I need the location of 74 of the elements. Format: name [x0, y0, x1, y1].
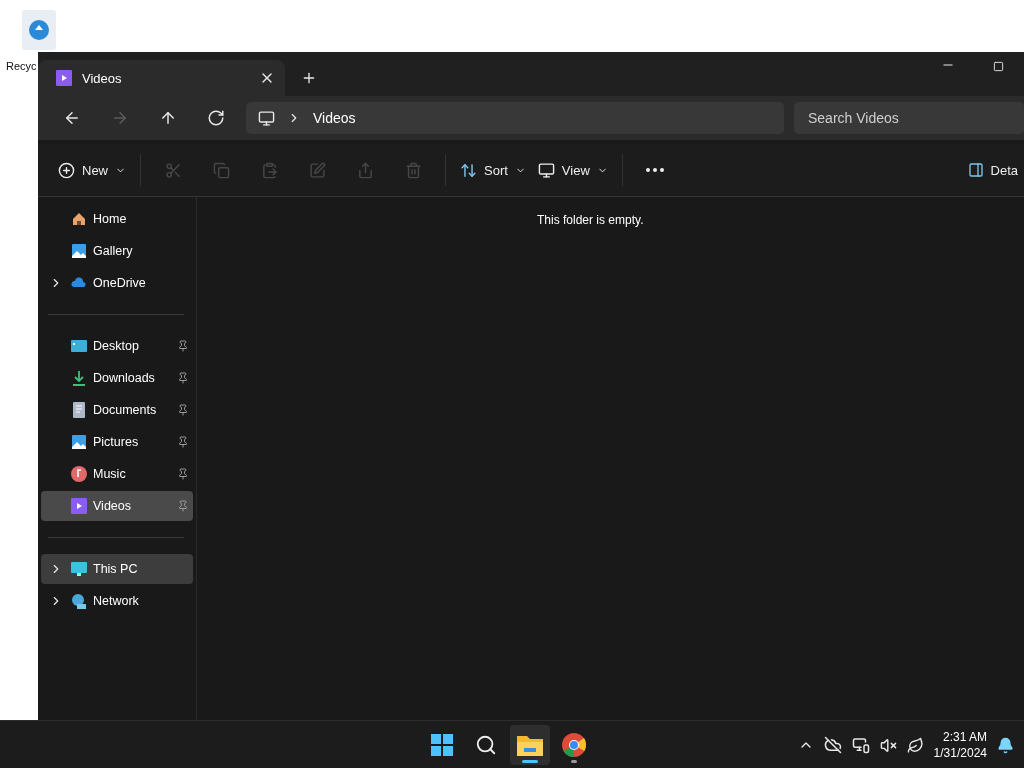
- sidebar-item-label: Desktop: [93, 339, 140, 353]
- desktop-icon: [71, 338, 87, 354]
- address-bar[interactable]: Videos: [246, 102, 784, 134]
- paste-icon: [260, 161, 278, 179]
- new-tab-icon[interactable]: [301, 70, 317, 86]
- back-icon: [63, 109, 81, 127]
- search-field[interactable]: Search Videos: [794, 102, 1024, 134]
- sort-button[interactable]: Sort: [454, 152, 532, 188]
- share-icon: [356, 161, 374, 179]
- computer-icon: [71, 561, 87, 577]
- view-button[interactable]: View: [531, 152, 614, 188]
- empty-folder-message: This folder is empty.: [537, 213, 644, 227]
- sidebar-item[interactable]: Network: [41, 586, 193, 616]
- sidebar-item[interactable]: Music: [41, 459, 193, 489]
- download-icon: [71, 370, 87, 386]
- sidebar-item[interactable]: This PC: [41, 554, 193, 584]
- sidebar-item-label: Pictures: [93, 435, 140, 449]
- monitor-icon: [258, 109, 275, 127]
- maximize-icon[interactable]: [993, 61, 1004, 72]
- sidebar-item[interactable]: Documents: [41, 395, 193, 425]
- leaf-icon[interactable]: [906, 736, 924, 754]
- bell-icon[interactable]: [997, 736, 1014, 754]
- sidebar-item-label: Gallery: [93, 244, 134, 258]
- breadcrumb-item[interactable]: Videos: [313, 110, 356, 126]
- sidebar-item-label: Home: [93, 212, 128, 226]
- sidebar-item[interactable]: Downloads: [41, 363, 193, 393]
- new-icon: [58, 161, 75, 179]
- sidebar-item[interactable]: OneDrive: [41, 268, 193, 298]
- network-icon[interactable]: [851, 736, 870, 754]
- window-tab[interactable]: Videos: [38, 60, 285, 96]
- sidebar-item-label: OneDrive: [93, 276, 147, 290]
- sidebar-item-label: Downloads: [93, 371, 156, 385]
- desktop-icon-label: Recyc: [6, 60, 37, 72]
- clock-date: 1/31/2024: [933, 745, 987, 761]
- view-icon: [537, 161, 555, 179]
- copy-icon: [212, 161, 230, 179]
- explorer-taskbar-button[interactable]: [510, 725, 550, 765]
- rename-icon: [308, 161, 326, 179]
- details-button[interactable]: Deta: [961, 152, 1024, 188]
- panel-icon: [967, 162, 984, 178]
- pictures-icon: [71, 434, 87, 450]
- new-button[interactable]: New: [52, 152, 132, 188]
- sidebar-item-label: Network: [93, 594, 140, 608]
- sidebar-item[interactable]: Desktop: [41, 331, 193, 361]
- mute-icon[interactable]: [879, 736, 897, 754]
- forward-icon: [111, 109, 129, 127]
- document-icon: [71, 402, 87, 418]
- sort-icon: [460, 161, 477, 179]
- cut-icon: [164, 161, 182, 179]
- sidebar-item[interactable]: Gallery: [41, 236, 193, 266]
- sidebar-item-label: Documents: [93, 403, 158, 417]
- browser-icon: [562, 733, 586, 757]
- network-icon: [71, 593, 87, 609]
- sidebar-item[interactable]: Pictures: [41, 427, 193, 457]
- folder-icon: [517, 734, 543, 756]
- search-icon: [475, 734, 497, 756]
- sidebar-item-label: This PC: [93, 562, 139, 576]
- video-icon: [71, 498, 87, 514]
- gallery-icon: [71, 243, 87, 259]
- windows-icon: [430, 733, 454, 757]
- tab-title: Videos: [82, 70, 123, 86]
- more-icon: [645, 168, 664, 172]
- home-icon: [71, 211, 87, 227]
- cloud-off-icon[interactable]: [823, 736, 842, 754]
- sidebar-item[interactable]: Home: [41, 204, 193, 234]
- delete-icon: [404, 161, 422, 179]
- sidebar-item-label: Videos: [93, 499, 132, 513]
- refresh-icon: [207, 109, 225, 127]
- music-icon: [71, 466, 87, 482]
- video-icon: [56, 70, 72, 86]
- clock[interactable]: 2:31 AM 1/31/2024: [933, 729, 987, 761]
- clock-time: 2:31 AM: [942, 729, 987, 745]
- sidebar-item[interactable]: Videos: [41, 491, 193, 521]
- sidebar-item-label: Music: [93, 467, 127, 481]
